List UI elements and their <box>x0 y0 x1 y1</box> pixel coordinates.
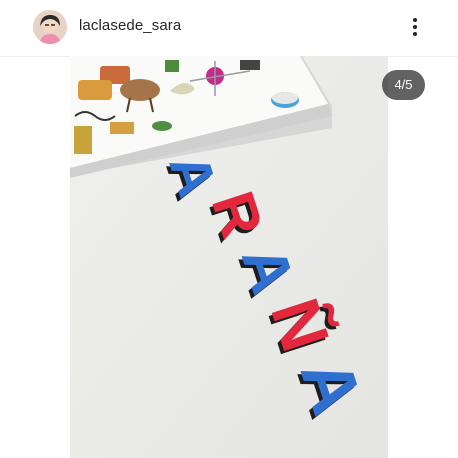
avatar[interactable] <box>33 10 67 44</box>
more-options-icon[interactable] <box>410 14 420 42</box>
carousel-counter: 4/5 <box>382 70 425 100</box>
post-header: laclasede_sara <box>0 0 458 57</box>
post-photo[interactable]: A A R R A A Ñ Ñ A A <box>70 56 388 458</box>
photo-scene: A A R R A A Ñ Ñ A A <box>70 56 388 458</box>
username[interactable]: laclasede_sara <box>79 17 181 34</box>
avatar-image <box>33 10 67 44</box>
